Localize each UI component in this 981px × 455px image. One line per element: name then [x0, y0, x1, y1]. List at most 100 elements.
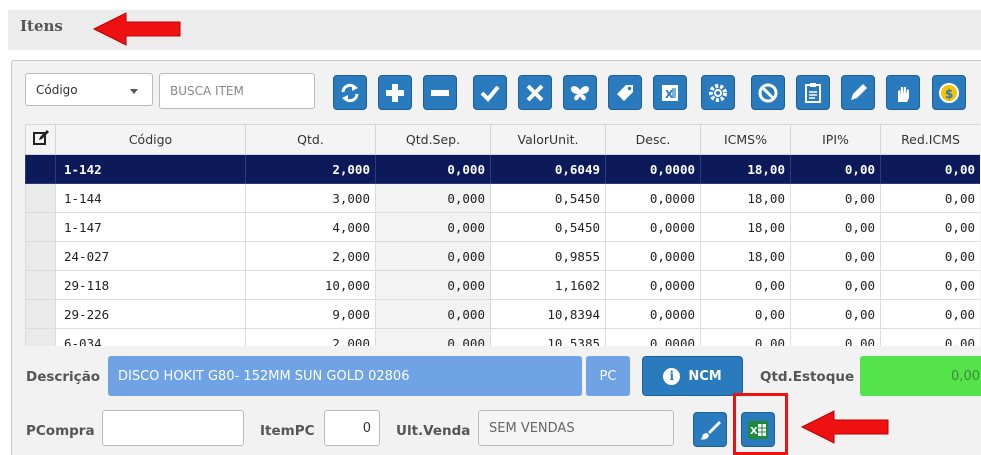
table-row[interactable]: 6-034 2,000 0,000 10,5385 0,0000 0,00 0,…	[25, 328, 980, 346]
cell-icms: 18,00	[700, 154, 791, 184]
document-button[interactable]	[796, 75, 830, 110]
minus-icon	[431, 89, 449, 96]
refresh-button[interactable]	[333, 75, 367, 110]
row-indicator	[25, 154, 56, 184]
table-row[interactable]: 1-142 2,000 0,000 0,6049 0,0000 18,00 0,…	[25, 154, 980, 184]
dollar-button[interactable]: $	[932, 75, 966, 110]
add-button[interactable]	[378, 75, 412, 110]
table-row[interactable]: 29-226 9,000 0,000 10,8394 0,0000 0,00 0…	[25, 299, 980, 329]
cell-icms: 18,00	[700, 212, 791, 242]
cell-qtd-sep: 0,000	[375, 183, 491, 213]
remove-button[interactable]	[423, 75, 457, 110]
descricao-label: Descrição	[26, 369, 101, 385]
tag-button[interactable]	[608, 75, 642, 110]
col-codigo[interactable]: Código	[55, 124, 246, 155]
col-valor-unit[interactable]: ValorUnit.	[490, 124, 606, 155]
itempc-label: ItemPC	[260, 423, 315, 439]
red-arrow-icon	[800, 410, 889, 444]
cell-codigo: 24-027	[55, 241, 246, 271]
dollar-coin-icon: $	[939, 82, 959, 103]
hand-icon	[898, 86, 909, 102]
col-red-icms[interactable]: Red.ICMS	[880, 124, 980, 155]
document-icon	[805, 82, 821, 103]
chevron-down-icon	[130, 89, 138, 94]
table-row[interactable]: 24-027 2,000 0,000 0,9855 0,0000 18,00 0…	[25, 241, 980, 271]
cell-qtd: 2,000	[245, 241, 376, 271]
cell-red-icms: 0,00	[880, 241, 980, 271]
cell-icms: 18,00	[700, 183, 791, 213]
cell-icms: 0,00	[700, 299, 791, 329]
brush-button[interactable]	[693, 412, 727, 447]
cell-icms: 0,00	[700, 328, 791, 346]
row-indicator	[25, 241, 56, 271]
cell-valor-unit: 0,6049	[490, 154, 606, 184]
pcompra-label: PCompra	[26, 423, 95, 439]
cell-qtd: 4,000	[245, 212, 376, 242]
cancel-button[interactable]	[518, 75, 552, 110]
cell-valor-unit: 0,5450	[490, 212, 606, 242]
edit-column-header[interactable]	[25, 124, 56, 155]
col-icms[interactable]: ICMS%	[700, 124, 791, 155]
cell-desc: 0,0000	[605, 241, 701, 271]
cell-desc: 0,0000	[605, 212, 701, 242]
cell-valor-unit: 0,5450	[490, 183, 606, 213]
col-desc[interactable]: Desc.	[605, 124, 701, 155]
ncm-button[interactable]: i NCM	[642, 356, 743, 396]
cell-red-icms: 0,00	[880, 299, 980, 329]
cell-desc: 0,0000	[605, 154, 701, 184]
cell-ipi: 0,00	[790, 270, 881, 300]
row-indicator	[25, 299, 56, 329]
cell-qtd-sep: 0,000	[375, 241, 491, 271]
cell-codigo: 1-142	[55, 154, 246, 184]
cell-ipi: 0,00	[790, 212, 881, 242]
pencil-button[interactable]	[841, 75, 875, 110]
col-ipi[interactable]: IPI%	[790, 124, 881, 155]
cell-red-icms: 0,00	[880, 270, 980, 300]
cell-qtd: 10,000	[245, 270, 376, 300]
cell-ipi: 0,00	[790, 183, 881, 213]
plus-icon	[386, 83, 404, 102]
block-icon	[758, 83, 778, 102]
cell-qtd: 9,000	[245, 299, 376, 329]
row-indicator	[25, 183, 56, 213]
grid-header: Código Qtd. Qtd.Sep. ValorUnit. Desc. IC…	[25, 124, 980, 155]
info-icon: i	[663, 367, 681, 385]
check-icon	[480, 85, 500, 102]
block-button[interactable]	[751, 75, 785, 110]
butterfly-button[interactable]	[563, 75, 597, 110]
export-excel-button[interactable]: X	[653, 75, 687, 110]
cell-qtd: 2,000	[245, 328, 376, 346]
cell-qtd-sep: 0,000	[375, 328, 491, 346]
descricao-field[interactable]: DISCO HOKIT G80- 152MM SUN GOLD 02806	[108, 356, 582, 396]
search-field-select[interactable]: Código	[25, 73, 153, 106]
confirm-button[interactable]	[473, 75, 507, 110]
ultvenda-label: Ult.Venda	[396, 423, 471, 439]
itempc-input[interactable]: 0	[324, 410, 380, 446]
col-qtd-sep[interactable]: Qtd.Sep.	[375, 124, 491, 155]
cell-qtd-sep: 0,000	[375, 212, 491, 242]
gear-icon	[709, 83, 727, 102]
cell-ipi: 0,00	[790, 241, 881, 271]
cell-ipi: 0,00	[790, 328, 881, 346]
cell-ipi: 0,00	[790, 154, 881, 184]
settings-button[interactable]	[701, 75, 735, 110]
pcompra-input[interactable]	[102, 410, 244, 446]
select-value: Código	[36, 83, 78, 97]
table-row[interactable]: 1-144 3,000 0,000 0,5450 0,0000 18,00 0,…	[25, 183, 980, 213]
cell-valor-unit: 0,9855	[490, 241, 606, 271]
hand-button[interactable]	[886, 75, 920, 110]
search-input[interactable]	[159, 73, 315, 109]
cell-red-icms: 0,00	[880, 328, 980, 346]
cell-ipi: 0,00	[790, 299, 881, 329]
cell-red-icms: 0,00	[880, 212, 980, 242]
table-row[interactable]: 1-147 4,000 0,000 0,5450 0,0000 18,00 0,…	[25, 212, 980, 242]
col-qtd[interactable]: Qtd.	[245, 124, 376, 155]
cell-qtd: 3,000	[245, 183, 376, 213]
row-indicator	[25, 328, 56, 346]
cell-codigo: 1-147	[55, 212, 246, 242]
excel-icon: X	[662, 84, 678, 101]
cell-desc: 0,0000	[605, 328, 701, 346]
table-row[interactable]: 29-118 10,000 0,000 1,1602 0,0000 0,00 0…	[25, 270, 980, 300]
tag-icon	[617, 84, 633, 101]
cell-qtd-sep: 0,000	[375, 299, 491, 329]
